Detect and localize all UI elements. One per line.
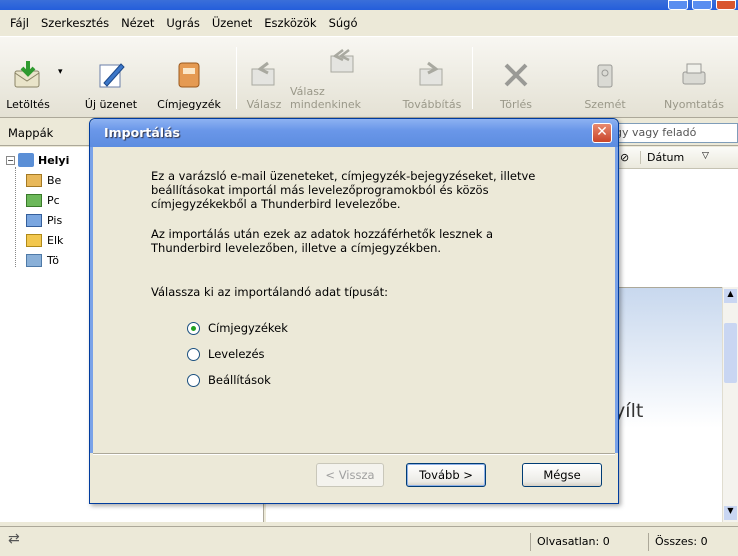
choose-type-prompt: Válassza ki az importálandó adat típusát… — [151, 285, 389, 299]
status-column-icon[interactable]: ⊘ — [620, 151, 629, 164]
menu-file[interactable]: Fájl — [4, 12, 35, 34]
radio-mail[interactable] — [187, 347, 200, 361]
outbox-icon — [26, 193, 42, 207]
menu-view[interactable]: Nézet — [115, 12, 160, 34]
scroll-up-icon[interactable]: ▲ — [724, 289, 737, 303]
delete-icon — [499, 58, 533, 92]
reply-label: Válasz — [246, 98, 282, 111]
dialog-title: Importálás — [90, 119, 618, 147]
option-label: Beállítások — [208, 373, 271, 387]
folder-label: Tö — [47, 253, 60, 267]
folders-label: Mappák — [8, 126, 54, 140]
reply-button[interactable]: Válasz — [242, 41, 286, 111]
radio-address-books[interactable] — [187, 321, 200, 335]
junk-label: Szemét — [584, 98, 626, 111]
option-settings[interactable]: Beállítások — [187, 371, 271, 389]
sort-icon[interactable]: ▽ — [702, 151, 709, 161]
address-book-icon — [172, 58, 206, 92]
menu-message[interactable]: Üzenet — [206, 12, 258, 34]
status-bar: ⇄ Olvasatlan: 0 Összes: 0 — [0, 526, 738, 556]
folder-local[interactable]: − Helyi — [6, 151, 69, 169]
drafts-icon — [26, 213, 42, 227]
folder-drafts[interactable]: Pis — [26, 211, 62, 229]
reply-all-icon — [326, 45, 360, 79]
date-column[interactable]: Dátum — [640, 151, 684, 164]
unread-count: Olvasatlan: 0 — [530, 533, 644, 551]
forward-button[interactable]: Továbbítás — [398, 41, 466, 111]
maximize-button[interactable] — [692, 0, 712, 10]
folder-label: Be — [47, 173, 62, 187]
dialog-body: Ez a varázsló e-mail üzeneteket, címjegy… — [90, 147, 618, 453]
inbox-icon — [26, 173, 42, 187]
sent-icon — [26, 233, 42, 247]
menu-tools[interactable]: Eszközök — [258, 12, 322, 34]
folder-sent[interactable]: Elk — [26, 231, 63, 249]
toolbar-separator — [472, 47, 473, 109]
option-label: Címjegyzékek — [208, 321, 288, 335]
collapse-icon[interactable]: − — [6, 155, 15, 165]
intro-paragraph: Ez a varázsló e-mail üzeneteket, címjegy… — [151, 169, 536, 211]
menu-help[interactable]: Súgó — [323, 12, 364, 34]
dialog-separator — [93, 453, 615, 455]
menu-edit[interactable]: Szerkesztés — [35, 12, 115, 34]
junk-button[interactable]: Szemét — [580, 41, 630, 111]
dialog-close-icon[interactable]: ✕ — [592, 123, 612, 143]
menu-go[interactable]: Ugrás — [160, 12, 205, 34]
printer-icon — [677, 58, 711, 92]
close-window-button[interactable] — [716, 0, 736, 10]
forward-label: Továbbítás — [402, 98, 462, 111]
address-book-button[interactable]: Címjegyzék — [148, 41, 230, 111]
after-import-paragraph: Az importálás után ezek az adatok hozzáf… — [151, 227, 494, 255]
folder-inbox[interactable]: Be — [26, 171, 61, 189]
local-folders-icon — [18, 153, 34, 167]
print-button[interactable]: Nyomtatás — [652, 41, 736, 111]
option-mail[interactable]: Levelezés — [187, 345, 265, 363]
delete-button[interactable]: Törlés — [494, 41, 538, 111]
address-book-label: Címjegyzék — [157, 98, 221, 111]
download-mail-icon — [11, 58, 45, 92]
option-label: Levelezés — [208, 347, 265, 361]
main-toolbar: Letöltés ▾ Új üzenet Címjegyzék Válasz V… — [0, 36, 738, 118]
import-dialog: Importálás ✕ Ez a varázsló e-mail üzenet… — [89, 118, 619, 504]
download-label: Letöltés — [6, 98, 50, 111]
folder-trash[interactable]: Tö — [26, 251, 59, 269]
total-count: Összes: 0 — [648, 533, 738, 551]
scroll-down-icon[interactable]: ▼ — [724, 506, 737, 520]
folder-label: Pc — [47, 193, 60, 207]
search-input[interactable]: gy vagy feladó — [606, 123, 738, 143]
reply-all-label: Válasz mindenkinek — [290, 85, 362, 111]
reply-icon — [247, 58, 281, 92]
new-message-icon — [94, 58, 128, 92]
forward-icon — [415, 58, 449, 92]
menu-bar: Fájl Szerkesztés Nézet Ugrás Üzenet Eszk… — [0, 12, 738, 34]
new-message-button[interactable]: Új üzenet — [76, 41, 146, 111]
folder-label: Pis — [47, 213, 63, 227]
option-address-books[interactable]: Címjegyzékek — [187, 319, 288, 337]
back-button[interactable]: < Vissza — [316, 463, 384, 487]
download-button[interactable]: Letöltés — [2, 41, 54, 111]
folder-local-label: Helyi — [38, 153, 70, 167]
connection-icon: ⇄ — [8, 531, 20, 547]
next-button[interactable]: Tovább > — [406, 463, 486, 487]
radio-settings[interactable] — [187, 373, 200, 387]
new-message-label: Új üzenet — [84, 98, 138, 111]
delete-label: Törlés — [499, 98, 533, 111]
trash-icon — [26, 253, 42, 267]
toolbar-separator — [236, 47, 237, 109]
folder-label: Elk — [47, 233, 64, 247]
cancel-button[interactable]: Mégse — [522, 463, 602, 487]
reply-all-button[interactable]: Válasz mindenkinek — [290, 41, 396, 111]
minimize-button[interactable] — [668, 0, 688, 10]
folder-unsent[interactable]: Pc — [26, 191, 60, 209]
scroll-thumb[interactable] — [724, 323, 737, 383]
window-title-bar — [0, 0, 738, 10]
junk-icon — [588, 58, 622, 92]
download-dropdown-icon[interactable]: ▾ — [58, 67, 63, 77]
preview-scrollbar[interactable]: ▲ ▼ — [722, 287, 738, 522]
print-label: Nyomtatás — [663, 98, 725, 111]
